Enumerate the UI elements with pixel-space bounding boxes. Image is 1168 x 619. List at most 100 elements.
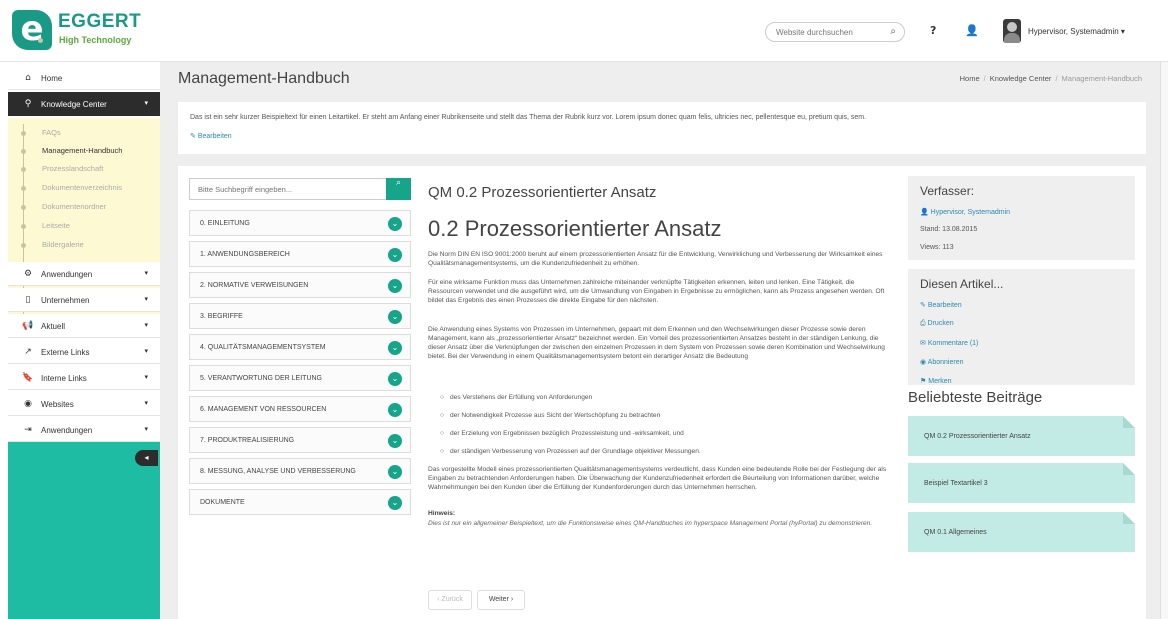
- user-menu[interactable]: Hypervisor, Systemadmin ▾: [1028, 27, 1125, 36]
- author-box: Verfasser: 👤 Hypervisor, Systemadmin Sta…: [908, 176, 1135, 260]
- globe-icon: ◉: [24, 399, 32, 409]
- chapter-dokumente[interactable]: DOKUMENTE ⌄: [189, 489, 411, 515]
- sign-in-icon: ⇥: [24, 425, 32, 435]
- bookmark-icon: 🔖: [22, 373, 34, 383]
- lightbulb-icon: ⚲: [24, 99, 32, 109]
- sidebar-item-aktuell[interactable]: 📢 Aktuell ▾: [8, 314, 160, 338]
- popular-item[interactable]: QM 0.2 Prozessorientierter Ansatz: [908, 416, 1135, 456]
- sidebar-item-externe-links[interactable]: ↗ Externe Links ▾: [8, 340, 160, 364]
- article-paragraph-3: Die Anwendung eines Systems von Prozesse…: [428, 326, 885, 360]
- sidebar-item-websites[interactable]: ◉ Websites ▾: [8, 392, 160, 416]
- popular-item[interactable]: Beispiel Textartikel 3: [908, 463, 1135, 503]
- chapter-6[interactable]: 6. MANAGEMENT VON RESSOURCEN ⌄: [189, 396, 411, 422]
- sidebar: ⌂ Home ⚲ Knowledge Center ▾ FAQs Managem…: [8, 62, 160, 619]
- chevron-down-icon: ⌄: [388, 217, 402, 231]
- author-box-title: Verfasser:: [920, 184, 975, 198]
- action-comments[interactable]: ✉ Kommentare (1): [920, 339, 978, 347]
- search-icon[interactable]: ⌕: [890, 26, 896, 37]
- comments-icon: ✉: [920, 340, 928, 347]
- submenu-item-faqs[interactable]: FAQs: [21, 128, 61, 137]
- logo-subtitle: High Technology: [37, 35, 132, 45]
- next-button[interactable]: Weiter ›: [477, 590, 525, 610]
- help-icon[interactable]: ?: [930, 24, 936, 37]
- cogs-icon: ⚙: [23, 269, 33, 279]
- external-link-icon: ↗: [24, 347, 32, 357]
- chapter-8[interactable]: 8. MESSUNG, ANALYSE UND VERBESSERUNG ⌄: [189, 458, 411, 484]
- chevron-down-icon: ▾: [144, 99, 148, 107]
- action-bookmark[interactable]: ⚑ Merken: [920, 377, 952, 385]
- home-icon: ⌂: [25, 73, 31, 83]
- submenu-item-management-handbuch[interactable]: Management-Handbuch: [20, 146, 122, 155]
- site-search: ⌕: [765, 22, 905, 42]
- action-edit[interactable]: ✎ Bearbeiten: [920, 301, 962, 309]
- chapter-4[interactable]: 4. QUALITÄTSMANAGEMENTSYSTEM ⌄: [189, 334, 411, 360]
- chapter-2[interactable]: 2. NORMATIVE VERWEISUNGEN ⌄: [189, 272, 411, 298]
- edit-icon: ✎: [920, 302, 928, 309]
- list-item: des Verstehens der Erfüllung von Anforde…: [440, 394, 592, 401]
- prev-button[interactable]: ‹ Zurück: [428, 590, 472, 610]
- action-print[interactable]: ⎙ Drucken: [920, 320, 954, 328]
- edit-icon: ✎: [190, 133, 198, 140]
- breadcrumb-current: Management-Handbuch: [1061, 74, 1142, 83]
- author-link[interactable]: 👤 Hypervisor, Systemadmin: [920, 208, 1010, 216]
- sidebar-item-knowledge-center[interactable]: ⚲ Knowledge Center ▾: [8, 92, 160, 116]
- page-title: Management-Handbuch: [178, 70, 350, 87]
- article-paragraph-4: Das vorgestellte Modell eines prozessori…: [428, 466, 887, 491]
- sidebar-collapse-button[interactable]: ◂: [135, 450, 158, 466]
- toc-search-button[interactable]: ⌕: [386, 178, 411, 200]
- hint-label: Hinweis:: [428, 510, 456, 517]
- sidebar-item-unternehmen[interactable]: ▯ Unternehmen ▾: [8, 288, 160, 312]
- submenu-item-leitseite[interactable]: Leitseite: [21, 221, 70, 230]
- avatar[interactable]: [1003, 19, 1021, 43]
- breadcrumb: Home / Knowledge Center / Management-Handbuc…: [959, 74, 1142, 83]
- chapter-3[interactable]: 3. BEGRIFFE ⌄: [189, 303, 411, 329]
- sidebar-item-interne-links[interactable]: 🔖 Interne Links ▾: [8, 366, 160, 390]
- popular-item[interactable]: QM 0.1 Allgemeines: [908, 512, 1135, 552]
- submenu-item-dokumentenordner[interactable]: Dokumentenordner: [20, 202, 106, 211]
- user-icon[interactable]: 👤: [965, 24, 979, 37]
- chapter-0[interactable]: 0. EINLEITUNG ⌄: [189, 210, 411, 236]
- submenu-item-dokumentenverzeichnis[interactable]: Dokumentenverzeichnis: [20, 183, 122, 192]
- site-search-input[interactable]: [776, 26, 876, 39]
- logo-brand: EGGERT: [58, 11, 142, 32]
- bullhorn-icon: 📢: [22, 321, 34, 331]
- company-logo[interactable]: e EGGERT High Technology: [12, 10, 152, 50]
- building-icon: ▯: [25, 295, 31, 305]
- sidebar-item-home[interactable]: ⌂ Home: [8, 66, 160, 90]
- chapter-5[interactable]: 5. VERANTWORTUNG DER LEITUNG ⌄: [189, 365, 411, 391]
- hint-text: Dies ist nur ein allgemeiner Beispieltex…: [428, 520, 873, 527]
- chevron-down-icon: ⌄: [388, 403, 402, 417]
- top-bar: e EGGERT High Technology ⌕ ? 👤 Hyperviso…: [0, 0, 1168, 62]
- chevron-down-icon: ⌄: [388, 341, 402, 355]
- breadcrumb-home[interactable]: Home: [960, 74, 980, 83]
- intro-edit-link[interactable]: ✎ Bearbeiten: [190, 132, 232, 140]
- actions-box-title: Diesen Artikel...: [920, 277, 1004, 291]
- intro-text: Das ist ein sehr kurzer Beispieltext für…: [190, 114, 867, 121]
- intro-panel: Das ist ein sehr kurzer Beispieltext für…: [178, 102, 1146, 154]
- search-icon: ⌕: [395, 178, 402, 188]
- chevron-down-icon: ⌄: [388, 279, 402, 293]
- action-subscribe[interactable]: ◉ Abonnieren: [920, 358, 963, 366]
- chevron-down-icon: ▾: [144, 347, 148, 355]
- chevron-down-icon: ⌄: [388, 310, 402, 324]
- chevron-down-icon: ⌄: [388, 434, 402, 448]
- submenu-item-prozesslandschaft[interactable]: Prozesslandschaft: [20, 164, 103, 173]
- bookmark-icon: ⚑: [920, 378, 929, 385]
- list-item: der ständigen Verbesserung von Prozessen…: [440, 448, 701, 455]
- print-icon: ⎙: [920, 320, 928, 327]
- toc-search-input[interactable]: [198, 183, 378, 196]
- toc-search: ⌕: [189, 178, 411, 200]
- chapter-7[interactable]: 7. PRODUKTREALISIERUNG ⌄: [189, 427, 411, 453]
- chevron-down-icon: ⌄: [388, 248, 402, 262]
- list-item: der Erzielung von Ergebnissen bezüglich …: [440, 430, 684, 437]
- breadcrumb-knowledge-center[interactable]: Knowledge Center: [990, 74, 1052, 83]
- sidebar-item-anwendungen-2[interactable]: ⇥ Anwendungen ▾: [8, 418, 160, 442]
- article-kicker: QM 0.2 Prozessorientierter Ansatz: [428, 184, 657, 201]
- popular-title: Beliebteste Beiträge: [908, 389, 1043, 406]
- submenu-item-bildergalerie[interactable]: Bildergalerie: [21, 240, 84, 249]
- chapter-1[interactable]: 1. ANWENDUNGSBEREICH ⌄: [189, 241, 411, 267]
- logo-mark: e: [12, 10, 52, 50]
- main-area: Management-Handbuch Home / Knowledge Cente…: [160, 62, 1168, 619]
- page-scrollbar[interactable]: [1160, 62, 1168, 619]
- sidebar-item-anwendungen[interactable]: ⚙ Anwendungen ▾: [8, 262, 160, 286]
